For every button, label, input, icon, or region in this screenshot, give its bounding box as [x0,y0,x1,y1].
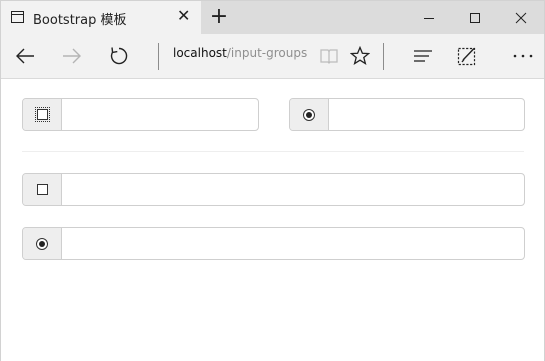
radio-input-group-1 [289,98,525,131]
text-input[interactable] [62,99,258,130]
back-button[interactable] [9,40,41,72]
input-group-addon [23,99,62,130]
title-bar: Bootstrap 模板 ✕ + [1,1,544,34]
tab-close-button[interactable]: ✕ [177,7,190,25]
star-icon [350,46,370,66]
address-bar[interactable]: localhost/input-groups [173,46,307,60]
addon-checkbox[interactable] [36,184,48,195]
addon-radio[interactable] [36,237,48,250]
maximize-button[interactable] [452,1,498,34]
checkbox-input-group-2 [22,173,525,206]
hub-icon [414,50,432,62]
browser-toolbar: localhost/input-groups [1,34,544,79]
more-button[interactable] [507,40,539,72]
browser-window: Bootstrap 模板 ✕ + localhost/input-groups [0,0,545,361]
toolbar-separator [158,43,159,70]
input-group-addon [23,174,62,205]
reading-view-button[interactable] [313,40,345,72]
refresh-icon [110,47,128,65]
hub-button[interactable] [407,40,439,72]
minimize-button[interactable] [406,1,452,34]
toolbar-separator-2 [383,43,384,70]
forward-arrow-icon [63,48,81,64]
input-group-addon [23,228,62,259]
web-note-button[interactable] [451,40,483,72]
window-close-button[interactable] [498,1,544,34]
input-group-addon [290,99,329,130]
pen-note-icon [457,47,476,66]
radio-dot [306,111,312,118]
page-content [1,79,544,361]
url-path: /input-groups [226,46,308,60]
text-input[interactable] [62,228,524,259]
refresh-button[interactable] [103,40,135,72]
book-icon [320,49,338,64]
forward-button[interactable] [56,40,88,72]
radio-dot [39,240,45,247]
page-icon [11,11,24,23]
divider [22,151,524,152]
radio-input-group-2 [22,227,525,260]
new-tab-button[interactable]: + [207,4,231,30]
more-icon [513,54,533,58]
addon-checkbox[interactable] [34,107,50,122]
text-input[interactable] [62,174,524,205]
browser-tab[interactable]: Bootstrap 模板 ✕ [1,1,201,34]
text-input[interactable] [329,99,524,130]
addon-radio[interactable] [303,108,315,121]
close-icon [515,12,527,23]
maximize-icon [470,12,480,23]
favorites-button[interactable] [344,40,376,72]
back-arrow-icon [16,48,34,64]
tab-title: Bootstrap 模板 [33,13,127,28]
minimize-icon [424,17,434,19]
url-host: localhost [173,46,227,60]
checkbox-input-group-1 [22,98,259,131]
